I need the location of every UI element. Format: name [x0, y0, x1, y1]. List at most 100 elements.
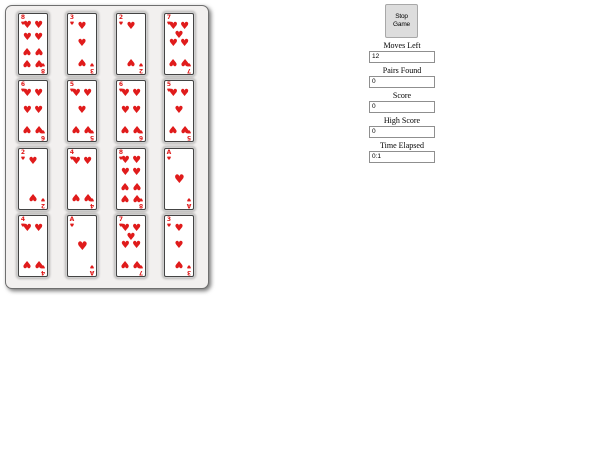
heart-icon: ♥	[180, 122, 190, 134]
heart-icon: ♥	[186, 263, 192, 269]
high-score-label: High Score	[383, 116, 421, 125]
card-rank: 6	[40, 134, 46, 141]
heart-icon: ♥	[28, 156, 38, 168]
heart-icon: ♥	[120, 155, 130, 166]
card-rank: 3	[89, 67, 95, 74]
pairs-found-field[interactable]	[369, 76, 435, 88]
heart-icon: ♥	[120, 122, 130, 134]
heart-icon: ♥	[77, 105, 87, 116]
card-corner-index: A ♥	[89, 263, 95, 276]
card-corner-index: 3 ♥	[166, 217, 172, 230]
card-rank: 7	[138, 269, 144, 276]
heart-icon: ♥	[120, 180, 130, 191]
heart-icon: ♥	[77, 38, 87, 49]
card-corner-index: 2 ♥	[138, 61, 144, 74]
heart-icon: ♥	[180, 38, 190, 49]
card[interactable]: 7 ♥ 7 ♥ ♥ ♥ ♥ ♥ ♥ ♥ ♥	[164, 13, 194, 75]
time-elapsed-label: Time Elapsed	[380, 141, 424, 150]
heart-icon: ♥	[22, 105, 32, 116]
heart-icon: ♥	[132, 257, 142, 269]
card[interactable]: 6 ♥ 6 ♥ ♥ ♥ ♥ ♥ ♥ ♥	[116, 80, 146, 142]
heart-icon: ♥	[22, 57, 32, 68]
card-rank: 5	[89, 134, 95, 141]
card[interactable]: 6 ♥ 6 ♥ ♥ ♥ ♥ ♥ ♥ ♥	[18, 80, 48, 142]
card-rank: 5	[186, 134, 192, 141]
heart-icon: ♥	[83, 88, 93, 100]
card-corner-index: 2 ♥	[20, 150, 26, 163]
heart-icon: ♥	[34, 57, 44, 68]
score-field[interactable]	[369, 101, 435, 113]
heart-icon: ♥	[174, 105, 184, 116]
card-rank: 7	[186, 67, 192, 74]
card[interactable]: 2 ♥ 2 ♥ ♥ ♥	[116, 13, 146, 75]
heart-icon: ♥	[69, 21, 75, 27]
heart-icon: ♥	[77, 239, 88, 253]
heart-icon: ♥	[22, 45, 32, 56]
heart-icon: ♥	[34, 88, 44, 100]
card[interactable]: 8 ♥ 8 ♥ ♥ ♥ ♥ ♥ ♥ ♥ ♥ ♥	[116, 148, 146, 210]
heart-icon: ♥	[83, 190, 93, 202]
heart-icon: ♥	[34, 257, 44, 269]
heart-icon: ♥	[174, 240, 184, 251]
card-rank: 4	[40, 269, 46, 276]
heart-icon: ♥	[71, 156, 81, 168]
heart-icon: ♥	[77, 21, 87, 33]
heart-icon: ♥	[22, 122, 32, 134]
card-corner-index: A ♥	[166, 150, 172, 163]
heart-icon: ♥	[120, 240, 130, 251]
heart-icon: ♥	[83, 156, 93, 168]
card[interactable]: 3 ♥ 3 ♥ ♥ ♥ ♥	[67, 13, 97, 75]
heart-icon: ♥	[132, 192, 142, 203]
heart-icon: ♥	[168, 38, 178, 49]
card[interactable]: A ♥ A ♥ ♥	[67, 215, 97, 277]
heart-icon: ♥	[132, 180, 142, 191]
heart-icon: ♥	[34, 20, 44, 31]
heart-icon: ♥	[20, 156, 26, 162]
heart-icon: ♥	[34, 105, 44, 116]
heart-icon: ♥	[186, 196, 192, 202]
heart-icon: ♥	[180, 55, 190, 67]
heart-icon: ♥	[120, 105, 130, 116]
heart-icon: ♥	[174, 257, 184, 269]
heart-icon: ♥	[120, 88, 130, 100]
heart-icon: ♥	[83, 122, 93, 134]
card[interactable]: 2 ♥ 2 ♥ ♥ ♥	[18, 148, 48, 210]
heart-icon: ♥	[168, 55, 178, 67]
heart-icon: ♥	[126, 21, 136, 33]
card[interactable]: 5 ♥ 5 ♥ ♥ ♥ ♥ ♥ ♥	[67, 80, 97, 142]
heart-icon: ♥	[34, 32, 44, 43]
game-board: 8 ♥ 8 ♥ ♥ ♥ ♥ ♥ ♥ ♥ ♥ ♥ 3 ♥ 3 ♥ ♥ ♥ ♥ 2 ♥ 2 ♥ ♥ ♥ 7 ♥ 7 ♥ ♥ ♥ ♥ ♥ ♥ ♥ ♥ 6 ♥ 6 ♥…	[5, 5, 209, 289]
time-elapsed-field[interactable]	[369, 151, 435, 163]
pairs-found-label: Pairs Found	[382, 66, 422, 75]
card[interactable]: 4 ♥ 4 ♥ ♥ ♥ ♥ ♥	[67, 148, 97, 210]
card[interactable]: A ♥ A ♥ ♥	[164, 148, 194, 210]
card-corner-index: 2 ♥	[40, 196, 46, 209]
card-rank: 6	[138, 134, 144, 141]
heart-icon: ♥	[174, 223, 184, 235]
card[interactable]: 5 ♥ 5 ♥ ♥ ♥ ♥ ♥ ♥	[164, 80, 194, 142]
score-label: Score	[392, 91, 412, 100]
card[interactable]: 7 ♥ 7 ♥ ♥ ♥ ♥ ♥ ♥ ♥ ♥	[116, 215, 146, 277]
heart-icon: ♥	[132, 88, 142, 100]
heart-icon: ♥	[34, 122, 44, 134]
card-rank: 2	[138, 67, 144, 74]
heart-icon: ♥	[120, 167, 130, 178]
card-corner-index: 3 ♥	[89, 61, 95, 74]
card[interactable]: 4 ♥ 4 ♥ ♥ ♥ ♥ ♥	[18, 215, 48, 277]
card[interactable]: 8 ♥ 8 ♥ ♥ ♥ ♥ ♥ ♥ ♥ ♥ ♥	[18, 13, 48, 75]
heart-icon: ♥	[22, 257, 32, 269]
moves-left-field[interactable]	[369, 51, 435, 63]
heart-icon: ♥	[132, 105, 142, 116]
card-corner-index: A ♥	[186, 196, 192, 209]
card-corner-index: 3 ♥	[69, 15, 75, 28]
moves-left-label: Moves Left	[383, 41, 421, 50]
heart-icon: ♥	[71, 122, 81, 134]
high-score-field[interactable]	[369, 126, 435, 138]
heart-icon: ♥	[77, 55, 87, 67]
heart-icon: ♥	[89, 61, 95, 67]
stop-game-button[interactable]: Stop Game	[385, 4, 418, 38]
heart-icon: ♥	[168, 88, 178, 100]
card-rank: 4	[89, 202, 95, 209]
card[interactable]: 3 ♥ 3 ♥ ♥ ♥ ♥	[164, 215, 194, 277]
heart-icon: ♥	[89, 263, 95, 269]
